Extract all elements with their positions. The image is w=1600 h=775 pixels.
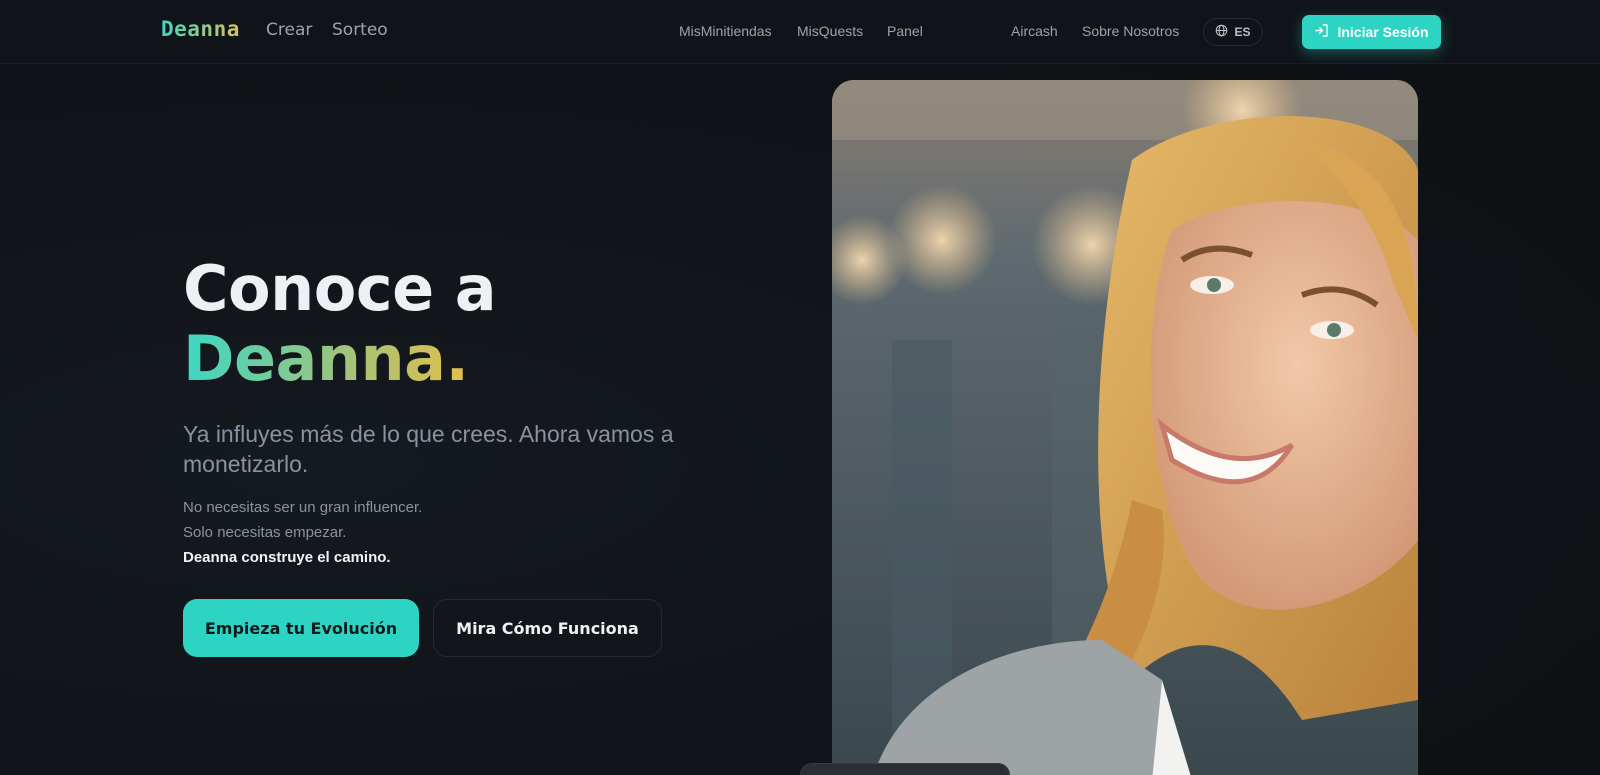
login-button[interactable]: Iniciar Sesión	[1302, 15, 1441, 49]
top-nav: Deanna Crear Sorteo MisMinitiendas MisQu…	[0, 0, 1600, 64]
language-selector[interactable]: ES	[1203, 18, 1263, 46]
login-arrow-icon	[1314, 23, 1329, 41]
globe-icon	[1215, 24, 1228, 40]
nav-link-crear[interactable]: Crear	[266, 20, 312, 40]
language-label: ES	[1234, 25, 1251, 39]
logo[interactable]: Deanna	[161, 17, 240, 41]
nav-link-sobre-nosotros[interactable]: Sobre Nosotros	[1082, 23, 1179, 39]
hero-subtitle: Ya influyes más de lo que crees. Ahora v…	[183, 421, 674, 477]
hero-title-line1: Conoce a	[183, 252, 497, 325]
hero-title-line2: Deanna.	[183, 322, 469, 395]
nav-link-misminitiendas[interactable]: MisMinitiendas	[679, 23, 772, 39]
hero-line-3: Deanna construye el camino.	[183, 549, 391, 566]
hero-portrait-image	[832, 80, 1418, 775]
nav-link-misquests[interactable]: MisQuests	[797, 23, 863, 39]
nav-link-sorteo[interactable]: Sorteo	[332, 20, 388, 40]
floating-card	[800, 763, 1010, 775]
nav-link-panel[interactable]: Panel	[887, 23, 923, 39]
login-label: Iniciar Sesión	[1337, 24, 1429, 40]
how-it-works-button[interactable]: Mira Cómo Funciona	[433, 599, 662, 657]
nav-link-aircash[interactable]: Aircash	[1011, 23, 1058, 39]
hero-line-2: Solo necesitas empezar.	[183, 524, 347, 541]
hero-line-1: No necesitas ser un gran influencer.	[183, 499, 423, 516]
start-evolution-button[interactable]: Empieza tu Evolución	[183, 599, 419, 657]
